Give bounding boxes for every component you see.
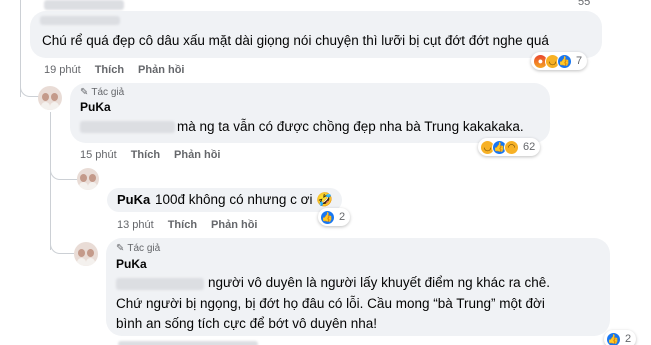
reactions[interactable]: ● ◡ 👍 7 <box>531 52 588 70</box>
comment-time[interactable]: 13 phút <box>117 219 154 231</box>
reply-button[interactable]: Phản hồi <box>138 64 184 76</box>
comment-text: Chú rể quá đẹp cô dâu xấu mặt dài giọng … <box>42 33 549 48</box>
pencil-icon: ✎ <box>80 87 89 98</box>
like-react-icon: 👍 <box>557 53 572 69</box>
comment-text-body: 100đ không có nhưng c ơi <box>155 192 313 207</box>
thread-connector <box>50 238 74 254</box>
redacted-name <box>44 0 124 10</box>
reactions[interactable]: 👍 2 <box>604 330 637 345</box>
comment-text: mà ng ta vẫn có được chồng đẹp nha bà Tr… <box>177 119 524 134</box>
reaction-count: 2 <box>625 333 632 345</box>
comment-bubble: ✎ Tác giả PuKa người vô duyên là người l… <box>106 238 610 336</box>
author-badge: ✎ Tác giả <box>116 243 160 254</box>
comment-bubble: PuKa 100đ không có nhưng c ơi 🤣 <box>107 188 342 212</box>
pencil-icon: ✎ <box>116 243 125 254</box>
redacted-text <box>116 278 204 290</box>
comment-text-line: Chứ người bị ngọng, bị đớt họ đâu có lỗi… <box>116 296 545 311</box>
reactions[interactable]: ◡ 👍 ◠ 62 <box>478 138 541 156</box>
author-badge-label: Tác giả <box>127 243 161 254</box>
reactions[interactable]: 👍 2 <box>318 208 351 226</box>
thread-connector <box>50 164 78 180</box>
comment-time[interactable]: 19 phút <box>44 64 81 76</box>
comment-text-line: người vô duyên là người lấy khuyết điểm … <box>208 275 550 290</box>
like-button[interactable]: Thích <box>168 219 197 231</box>
reaction-count: 2 <box>339 211 346 223</box>
like-react-icon: 👍 <box>606 331 621 345</box>
author-badge-label: Tác giả <box>91 87 125 98</box>
author-badge: ✎ Tác giả <box>80 87 124 98</box>
redacted-name <box>40 16 120 25</box>
comment-bubble: Chú rể quá đẹp cô dâu xấu mặt dài giọng … <box>30 11 602 58</box>
redacted-text <box>80 121 175 133</box>
like-react-icon: 👍 <box>320 209 335 225</box>
avatar[interactable] <box>38 86 62 110</box>
commenter-name[interactable]: PuKa <box>80 100 111 114</box>
reply-button[interactable]: Phản hồi <box>211 219 257 231</box>
avatar[interactable] <box>77 168 99 190</box>
comment-actions: 13 phút Thích Phản hồi <box>117 219 258 231</box>
reaction-count: 7 <box>576 55 583 67</box>
comment-text-line: bình an sống tích cực để bớt vô duyên nh… <box>116 316 378 331</box>
sad-react-icon: ◠ <box>504 139 519 155</box>
like-button[interactable]: Thích <box>95 64 124 76</box>
commenter-name[interactable]: PuKa <box>117 192 150 207</box>
like-button[interactable]: Thích <box>131 149 160 161</box>
thread-line <box>50 112 51 250</box>
commenter-name[interactable]: PuKa <box>116 257 147 271</box>
comment-time[interactable]: 15 phút <box>80 149 117 161</box>
reaction-count: 55 <box>578 0 591 8</box>
comment-text: 100đ không có nhưng c ơi 🤣 <box>155 190 333 210</box>
comment-actions: 19 phút Thích Phản hồi <box>44 64 185 76</box>
reply-button[interactable]: Phản hồi <box>174 149 220 161</box>
avatar[interactable] <box>74 242 98 266</box>
rofl-emoji-icon: 🤣 <box>316 192 334 207</box>
comment-actions: 15 phút Thích Phản hồi <box>80 149 221 161</box>
reaction-count: 62 <box>523 141 536 153</box>
redacted-actions <box>118 341 258 345</box>
comment-bubble: ✎ Tác giả PuKa mà ng ta vẫn có được chồn… <box>70 83 550 143</box>
